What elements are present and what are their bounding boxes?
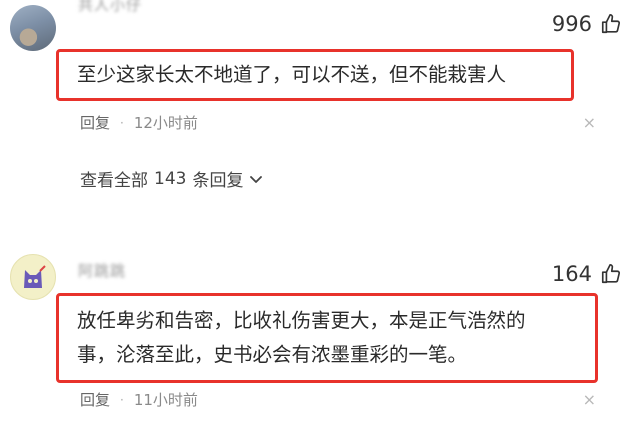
timestamp: 12小时前: [133, 114, 198, 132]
thumbs-up-icon[interactable]: [600, 263, 622, 285]
separator-dot: ·: [120, 392, 124, 407]
thumbs-up-icon[interactable]: [600, 13, 622, 35]
avatar[interactable]: [10, 254, 56, 300]
like-button[interactable]: 164: [552, 262, 622, 286]
chevron-down-icon: [250, 175, 263, 183]
like-button[interactable]: 996: [552, 12, 622, 36]
comment-meta: 回复 · 12小时前: [80, 112, 198, 133]
avatar-cat-icon: [24, 265, 46, 288]
comment-2: 阿跳跳 164 放任卑劣和告密，比收礼伤害更大，本是正气浩然的 事，沦落至此，史…: [0, 248, 640, 432]
like-count: 164: [551, 262, 592, 286]
reply-count: 143: [154, 168, 187, 189]
like-count: 996: [551, 12, 592, 36]
separator-dot: ·: [120, 115, 124, 130]
comment-text: 至少这家长太不地道了，可以不送，但不能栽害人: [56, 49, 574, 101]
comment-text-line-1: 放任卑劣和告密，比收礼伤害更大，本是正气浩然的: [77, 309, 526, 332]
comment-meta: 回复 · 11小时前: [80, 389, 198, 410]
username[interactable]: 共人小仔: [78, 0, 142, 15]
comment-text-line-2: 事，沦落至此，史书必会有浓墨重彩的一笔。: [77, 343, 468, 366]
close-icon[interactable]: ×: [583, 113, 596, 132]
avatar[interactable]: [10, 5, 56, 51]
view-all-suffix: 条回复: [192, 171, 244, 191]
view-all-prefix: 查看全部: [80, 171, 148, 191]
view-all-replies-link[interactable]: 查看全部 143 条回复: [80, 166, 263, 191]
timestamp: 11小时前: [133, 391, 198, 409]
comment-1: 共人小仔 996 至少这家长太不地道了，可以不送，但不能栽害人 回复 · 12小…: [0, 0, 640, 230]
reply-button[interactable]: 回复: [80, 389, 110, 410]
comment-text: 放任卑劣和告密，比收礼伤害更大，本是正气浩然的 事，沦落至此，史书必会有浓墨重彩…: [56, 293, 598, 383]
close-icon[interactable]: ×: [583, 390, 596, 409]
username[interactable]: 阿跳跳: [78, 260, 126, 281]
reply-button[interactable]: 回复: [80, 112, 110, 133]
